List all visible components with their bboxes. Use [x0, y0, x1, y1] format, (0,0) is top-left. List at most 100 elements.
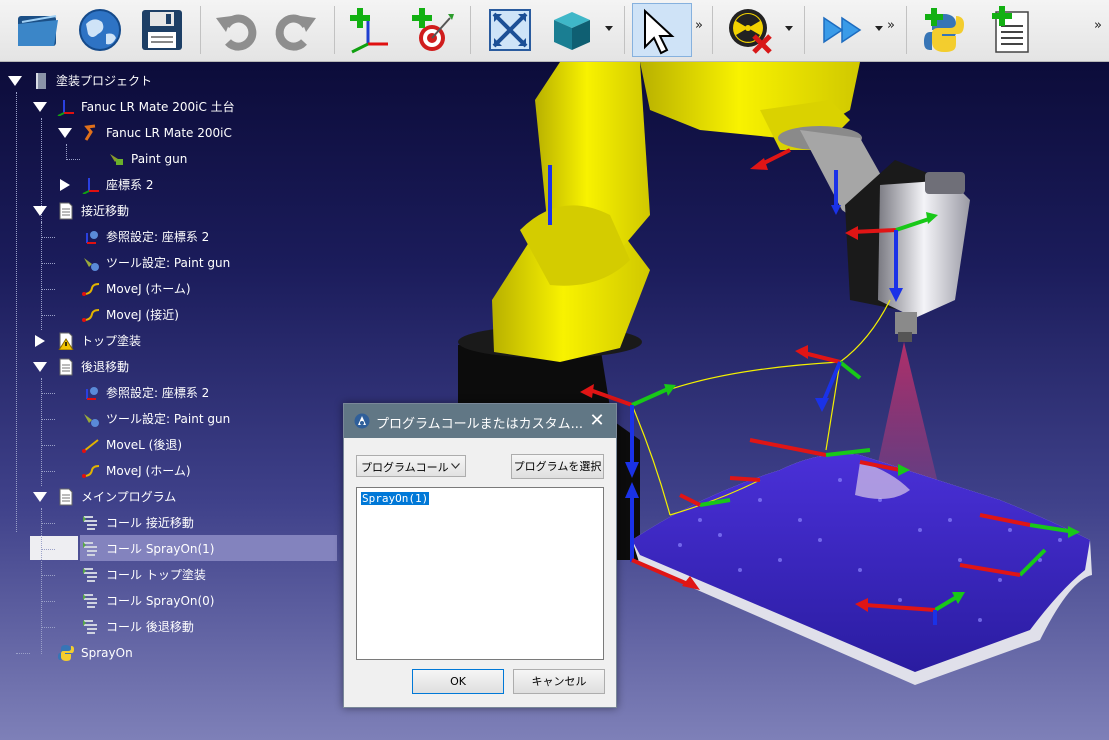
station-tree[interactable]: 塗装プロジェクト Fanuc LR Mate 200iC 土台 Fanuc LR M…	[0, 62, 340, 682]
set-reference-icon	[86, 231, 98, 244]
tree-item[interactable]: 後退移動	[0, 355, 335, 379]
tree-item[interactable]: MoveJ (接近)	[0, 303, 335, 327]
movej-icon	[82, 465, 100, 478]
toolbar-separator	[200, 6, 201, 54]
tree-connector	[41, 575, 55, 576]
toolbar-separator	[804, 6, 805, 54]
tree-item[interactable]: MoveJ (ホーム)	[0, 459, 335, 483]
close-button[interactable]: ✕	[584, 408, 610, 434]
view-cube-icon[interactable]	[544, 3, 600, 57]
expand-down-arrow-icon[interactable]	[33, 361, 47, 373]
movel-icon	[82, 439, 99, 453]
frame-icon	[82, 178, 99, 194]
overflow-chevron[interactable]: »	[1094, 18, 1102, 33]
ok-button[interactable]: OK	[412, 669, 504, 694]
tree-item[interactable]: Fanuc LR Mate 200iC	[0, 121, 335, 145]
tree-item-label: MoveL (後退)	[106, 438, 183, 452]
chevron-down-icon[interactable]	[604, 22, 614, 34]
program-call-icon	[83, 516, 97, 530]
tree-connector	[41, 627, 55, 628]
open-folder-icon[interactable]	[10, 3, 66, 57]
save-icon[interactable]	[134, 3, 190, 57]
globe-icon[interactable]	[72, 3, 128, 57]
set-tool-icon	[84, 414, 99, 427]
call-code-textarea[interactable]: SprayOn(1)	[356, 487, 604, 660]
tree-item[interactable]: Paint gun	[0, 147, 335, 171]
collapse-right-arrow-icon[interactable]	[33, 335, 47, 347]
fit-all-icon[interactable]	[482, 3, 538, 57]
tree-connector	[41, 263, 55, 264]
tree-item[interactable]: コール SprayOn(0)	[0, 589, 335, 613]
dialog-titlebar[interactable]: プログラムコールまたはカスタム... ✕	[344, 404, 616, 438]
tree-item-label: 参照設定: 座標系 2	[106, 386, 210, 400]
tool-icon	[110, 154, 123, 165]
program-call-icon	[83, 542, 97, 556]
tree-item[interactable]: ツール設定: Paint gun	[0, 251, 335, 275]
chevron-down-icon[interactable]	[784, 22, 794, 34]
tree-item[interactable]: MoveL (後退)	[0, 433, 335, 457]
expand-down-arrow-icon[interactable]	[33, 491, 47, 503]
tree-item-label: コール 接近移動	[106, 516, 194, 530]
tree-item[interactable]: 参照設定: 座標系 2	[0, 381, 335, 405]
tree-item-label: コール SprayOn(1)	[106, 542, 215, 556]
add-program-icon[interactable]	[982, 3, 1038, 57]
tree-item[interactable]: 塗装プロジェクト	[0, 69, 335, 93]
tree-item[interactable]: コール トップ塗装	[0, 563, 335, 587]
tree-connector	[41, 237, 55, 238]
redo-icon[interactable]	[268, 3, 324, 57]
tree-item[interactable]: コール 後退移動	[0, 615, 335, 639]
overflow-chevron[interactable]: »	[695, 18, 703, 33]
tree-item[interactable]: Fanuc LR Mate 200iC 土台	[0, 95, 335, 119]
call-type-select[interactable]: プログラムコール	[356, 455, 466, 477]
tree-item-label: ツール設定: Paint gun	[106, 256, 231, 270]
set-tool-icon	[84, 258, 99, 271]
tree-item[interactable]: 接近移動	[0, 199, 335, 223]
tree-item[interactable]: ツール設定: Paint gun	[0, 407, 335, 431]
main-toolbar: » » »	[0, 0, 1109, 62]
overflow-chevron[interactable]: »	[887, 18, 895, 33]
select-program-button[interactable]: プログラムを選択	[511, 454, 604, 479]
collapse-right-arrow-icon[interactable]	[58, 179, 72, 191]
add-reference-frame-icon[interactable]	[342, 3, 398, 57]
tree-item-label: MoveJ (ホーム)	[106, 282, 191, 296]
tree-item[interactable]: MoveJ (ホーム)	[0, 277, 335, 301]
tree-connector	[41, 549, 55, 550]
add-target-icon[interactable]	[404, 3, 460, 57]
robodk-logo-icon	[354, 413, 370, 429]
tree-item[interactable]: 参照設定: 座標系 2	[0, 225, 335, 249]
movej-icon	[82, 283, 100, 296]
tree-item-label: Fanuc LR Mate 200iC 土台	[81, 100, 235, 114]
expand-down-arrow-icon[interactable]	[8, 75, 22, 87]
tree-item-label: トップ塗装	[81, 334, 142, 348]
frame-icon	[57, 100, 74, 116]
run-simulation-icon[interactable]	[814, 3, 870, 57]
tree-connector	[41, 393, 55, 394]
tree-item[interactable]: メインプログラム	[0, 485, 335, 509]
tree-item[interactable]: コール 接近移動	[0, 511, 335, 535]
expand-down-arrow-icon[interactable]	[33, 205, 47, 217]
undo-icon[interactable]	[208, 3, 264, 57]
expand-down-arrow-icon[interactable]	[58, 127, 72, 139]
tree-connector	[66, 159, 80, 160]
add-python-script-icon[interactable]	[916, 3, 972, 57]
toolbar-separator	[470, 6, 471, 54]
toolbar-separator	[712, 6, 713, 54]
select-cursor-icon[interactable]	[632, 3, 692, 57]
tree-connector	[41, 289, 55, 290]
collision-check-icon[interactable]	[722, 3, 778, 57]
cancel-button[interactable]: キャンセル	[513, 669, 605, 694]
expand-down-arrow-icon[interactable]	[33, 101, 47, 113]
chevron-down-icon[interactable]	[874, 22, 884, 34]
tree-connector	[41, 315, 55, 316]
tree-item-label: 参照設定: 座標系 2	[106, 230, 210, 244]
call-code-value: SprayOn(1)	[361, 492, 430, 505]
program-warning-icon	[58, 332, 74, 350]
tree-item[interactable]: トップ塗装	[0, 329, 335, 353]
tree-item[interactable]: コール SprayOn(1)	[0, 537, 335, 561]
program-call-icon	[83, 620, 97, 634]
tree-item-label: ツール設定: Paint gun	[106, 412, 231, 426]
tree-item[interactable]: 座標系 2	[0, 173, 335, 197]
tree-item[interactable]: SprayOn	[0, 641, 335, 665]
tree-item-label: MoveJ (接近)	[106, 308, 179, 322]
program-call-icon	[83, 594, 97, 608]
